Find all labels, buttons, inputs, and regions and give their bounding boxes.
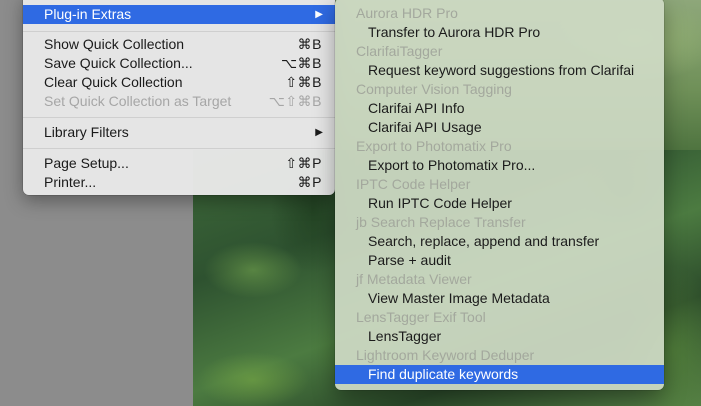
menu-item-label: Library Filters	[44, 124, 129, 140]
menu-item-shortcut: ⇧⌘P	[285, 155, 322, 171]
menu-item-set-quick-collection-target: Set Quick Collection as Target ⌥⇧⌘B	[23, 92, 335, 111]
menu-item-page-setup[interactable]: Page Setup... ⇧⌘P	[23, 154, 335, 173]
menu-item-label: Printer...	[44, 174, 97, 190]
submenu-item-search-replace[interactable]: Search, replace, append and transfer	[335, 232, 664, 251]
submenu-item-view-metadata[interactable]: View Master Image Metadata	[335, 289, 664, 308]
menu-item-save-quick-collection[interactable]: Save Quick Collection... ⌥⌘B	[23, 54, 335, 73]
menu-item-label: Save Quick Collection...	[44, 55, 193, 71]
menu-separator	[23, 31, 335, 32]
menu-item-clear-quick-collection[interactable]: Clear Quick Collection ⇧⌘B	[23, 73, 335, 92]
submenu-arrow-icon: ▶	[315, 9, 323, 20]
menu-item-shortcut: ⌥⌘B	[281, 55, 322, 71]
submenu-item-find-duplicate-keywords[interactable]: Find duplicate keywords	[335, 365, 664, 384]
submenu-header-iptc: IPTC Code Helper	[356, 176, 471, 192]
menu-item-label: Show Quick Collection	[44, 36, 185, 52]
submenu-header-lenstagger: LensTagger Exif Tool	[356, 309, 486, 325]
menu-item-label: Page Setup...	[44, 155, 129, 171]
submenu-item-transfer-aurora[interactable]: Transfer to Aurora HDR Pro	[335, 23, 664, 42]
library-menu: Plug-in Extras ▶ Show Quick Collection ⌘…	[23, 0, 335, 195]
menu-item-label: Set Quick Collection as Target	[44, 93, 232, 109]
submenu-header-jf-metadata: jf Metadata Viewer	[356, 271, 472, 287]
submenu-item-run-iptc[interactable]: Run IPTC Code Helper	[335, 194, 664, 213]
menu-separator	[23, 148, 335, 149]
menu-item-shortcut: ⌘B	[297, 36, 322, 52]
menu-item-label: Plug-in Extras	[44, 6, 132, 22]
menu-item-show-quick-collection[interactable]: Show Quick Collection ⌘B	[23, 35, 335, 54]
menu-item-library-filters[interactable]: Library Filters ▶	[23, 123, 335, 142]
submenu-header-clarifaitagger: ClarifaiTagger	[356, 43, 443, 59]
submenu-item-request-keywords[interactable]: Request keyword suggestions from Clarifa…	[335, 61, 664, 80]
submenu-item-lenstagger[interactable]: LensTagger	[335, 327, 664, 346]
submenu-header-photomatix: Export to Photomatix Pro	[356, 138, 512, 154]
submenu-header-jb-search: jb Search Replace Transfer	[356, 214, 526, 230]
submenu-header-keyword-deduper: Lightroom Keyword Deduper	[356, 347, 535, 363]
menu-item-label: Clear Quick Collection	[44, 74, 183, 90]
submenu-item-export-photomatix[interactable]: Export to Photomatix Pro...	[335, 156, 664, 175]
submenu-item-clarifai-api-info[interactable]: Clarifai API Info	[335, 99, 664, 118]
menu-item-shortcut: ⌘P	[297, 174, 322, 190]
plug-in-extras-submenu: Aurora HDR Pro Transfer to Aurora HDR Pr…	[335, 0, 664, 390]
submenu-item-parse-audit[interactable]: Parse + audit	[335, 251, 664, 270]
menu-item-shortcut: ⌥⇧⌘B	[268, 93, 322, 109]
submenu-header-computer-vision: Computer Vision Tagging	[356, 81, 512, 97]
menu-item-plug-in-extras[interactable]: Plug-in Extras ▶	[23, 5, 335, 24]
menu-separator	[23, 117, 335, 118]
submenu-item-clarifai-api-usage[interactable]: Clarifai API Usage	[335, 118, 664, 137]
submenu-header-aurora: Aurora HDR Pro	[356, 5, 458, 21]
submenu-arrow-icon: ▶	[315, 127, 323, 138]
menu-item-shortcut: ⇧⌘B	[285, 74, 322, 90]
menu-item-printer[interactable]: Printer... ⌘P	[23, 173, 335, 192]
